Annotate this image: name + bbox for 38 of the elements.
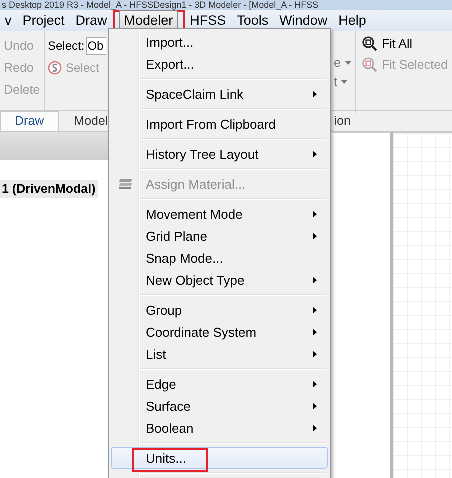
menu-bar-item[interactable]: Project <box>18 10 70 31</box>
menu-item[interactable]: Grid Plane <box>111 225 328 247</box>
menu-item[interactable]: Coordinate System <box>111 321 328 343</box>
select-dropdown[interactable]: Ob <box>86 37 106 55</box>
caret-icon <box>341 80 348 84</box>
menu-bar-item[interactable]: Draw <box>70 10 112 31</box>
tree-item[interactable]: 1 (DrivenModal) <box>0 180 98 198</box>
select-label: Select: <box>48 38 85 55</box>
menu-item[interactable]: Edge <box>111 373 328 395</box>
toolbar-dropdown[interactable]: t <box>334 75 352 89</box>
menu-item[interactable]: Export... <box>111 53 328 75</box>
menu-item[interactable]: Import... <box>111 31 328 53</box>
menu-bar-item[interactable]: HFSS <box>185 10 232 31</box>
menu-bar-item[interactable]: v <box>0 10 17 31</box>
select-icon <box>48 61 62 75</box>
menu-item[interactable]: Units... <box>111 447 328 469</box>
menu-item[interactable]: New Object Type <box>111 269 328 291</box>
ribbon-tab[interactable]: ion <box>333 111 356 131</box>
caret-icon <box>344 61 352 65</box>
menu-item[interactable]: History Tree Layout <box>111 143 328 165</box>
menu-item[interactable]: List <box>111 343 328 365</box>
window-title: s Desktop 2019 R3 - Model_A - HFSSDesign1 - 3D Modeler - [Model_A - HFSS <box>0 0 452 10</box>
menu-item[interactable]: Movement Mode <box>111 203 328 225</box>
ribbon-tab[interactable]: Draw <box>0 111 60 131</box>
zoom-fit-icon <box>362 36 378 52</box>
menu-item[interactable]: Import From Clipboard <box>111 113 328 135</box>
menu-bar-item[interactable]: Help <box>334 10 372 31</box>
toolbar-dropdown[interactable]: e <box>334 56 352 70</box>
toolbar-button[interactable]: Fit All <box>362 35 448 53</box>
menu-item[interactable]: Boolean <box>111 417 328 439</box>
menu-item[interactable]: Surface <box>111 395 328 417</box>
menu-bar-item[interactable]: Tools <box>232 10 274 31</box>
menu-item[interactable]: Snap Mode... <box>111 247 328 269</box>
menu-bar-item[interactable]: Window <box>274 10 333 31</box>
layers-icon <box>118 178 134 190</box>
menu-item[interactable]: SpaceClaim Link <box>111 83 328 105</box>
menu-item[interactable]: Group <box>111 299 328 321</box>
zoom-fit-icon <box>362 57 378 73</box>
